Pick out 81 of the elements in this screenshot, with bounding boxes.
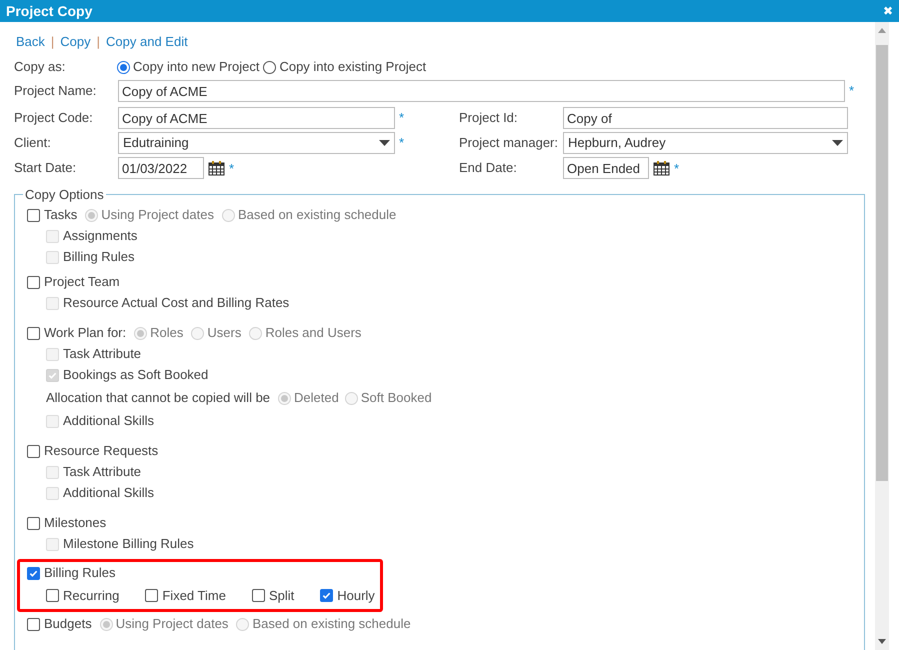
scrollbar[interactable]	[875, 22, 889, 650]
field-label: End Date:	[459, 159, 518, 178]
option-label: Milestones	[44, 514, 106, 532]
option-label: Fixed Time	[162, 586, 226, 605]
field-label: Project Code:	[14, 109, 94, 128]
link-separator: |	[96, 33, 100, 52]
checkbox[interactable]	[46, 589, 59, 602]
radio-label: Copy into existing Project	[279, 58, 426, 76]
field-label: Start Date:	[14, 159, 78, 178]
text-field[interactable]: Copy of	[563, 107, 848, 129]
option-label: Additional Skills	[63, 412, 154, 430]
option-label: Additional Skills	[63, 484, 154, 502]
radio-label: Using Project dates	[101, 206, 214, 224]
checkbox[interactable]	[27, 444, 40, 458]
checkbox[interactable]	[320, 589, 334, 602]
panel-title: Copy Options	[24, 186, 105, 204]
text-field[interactable]: Open Ended	[563, 157, 649, 179]
link[interactable]: Back	[16, 32, 45, 52]
caret-icon	[832, 140, 843, 146]
option-label: Budgets	[44, 615, 92, 634]
field-label: Copy as:	[14, 58, 66, 76]
scroll-down-icon	[878, 639, 886, 644]
radio-label: Using Project dates	[116, 615, 228, 634]
required-mark: *	[674, 162, 680, 174]
option-label: Task Attribute	[63, 345, 142, 364]
option-label: Billing Rules	[63, 248, 135, 266]
radio-label: Based on existing schedule	[252, 615, 411, 634]
scrollbar-thumb[interactable]	[876, 45, 888, 481]
option-label: Assignments	[63, 227, 138, 246]
checkbox[interactable]	[27, 208, 40, 222]
dropdown[interactable]: Edutraining	[118, 132, 395, 154]
radio-label: Based on existing schedule	[238, 206, 396, 224]
required-mark: *	[399, 110, 404, 125]
option-label: Bookings as Soft Booked	[63, 366, 208, 384]
link-separator: |	[50, 33, 54, 52]
option-label: Tasks	[44, 206, 78, 224]
dropdown[interactable]: Hepburn, Audrey	[563, 132, 848, 154]
text-field[interactable]: Copy of ACME	[118, 80, 845, 102]
checkbox[interactable]	[27, 566, 40, 580]
calendar-icon	[208, 160, 225, 176]
close-button[interactable]: ✖	[883, 5, 893, 17]
checkbox[interactable]	[27, 326, 40, 340]
window-title: Project Copy	[6, 2, 92, 21]
option-label: Hourly	[337, 586, 375, 605]
text-field[interactable]: 01/03/2022	[118, 157, 204, 179]
field-label: Client:	[14, 134, 52, 152]
checkbox[interactable]	[27, 516, 40, 530]
checkbox[interactable]	[27, 618, 40, 630]
option-label: Task Attribute	[63, 463, 142, 482]
option-label: Resource Requests	[44, 442, 158, 460]
field-label: Project Name:	[14, 82, 98, 100]
option-label: Billing Rules	[44, 564, 116, 582]
radio-label: Deleted	[294, 389, 339, 408]
field-label: Project manager:	[459, 134, 559, 152]
scroll-up-icon	[878, 28, 886, 33]
option-label: Recurring	[63, 586, 120, 605]
radio-label: Users	[207, 324, 242, 342]
option-label: Allocation that cannot be copied will be	[46, 389, 270, 408]
required-mark: *	[229, 162, 234, 174]
checkbox[interactable]	[252, 589, 265, 602]
required-mark: *	[849, 83, 854, 98]
option-label: Split	[268, 586, 294, 605]
radio-label: Soft Booked	[360, 389, 432, 408]
required-mark: *	[399, 135, 404, 150]
option-label: Resource Actual Cost and Billing Rates	[63, 294, 290, 312]
link[interactable]: Copy and Edit	[106, 32, 188, 52]
radio-label: Roles and Users	[265, 324, 362, 342]
radio-button[interactable]	[263, 60, 276, 74]
option-label: Project Team	[44, 273, 120, 292]
calendar-icon	[653, 160, 670, 176]
radio-label: Roles	[150, 324, 184, 342]
link[interactable]: Copy	[60, 32, 91, 52]
option-label: Work Plan for:	[44, 324, 126, 342]
field-label: Project Id:	[459, 109, 519, 128]
radio-label: Copy into new Project	[133, 58, 260, 76]
option-label: Milestone Billing Rules	[63, 535, 194, 554]
text-field[interactable]: Copy of ACME	[118, 107, 395, 129]
caret-icon	[379, 140, 390, 146]
checkbox[interactable]	[27, 276, 40, 288]
radio-button[interactable]	[117, 60, 130, 74]
checkbox[interactable]	[145, 589, 158, 602]
